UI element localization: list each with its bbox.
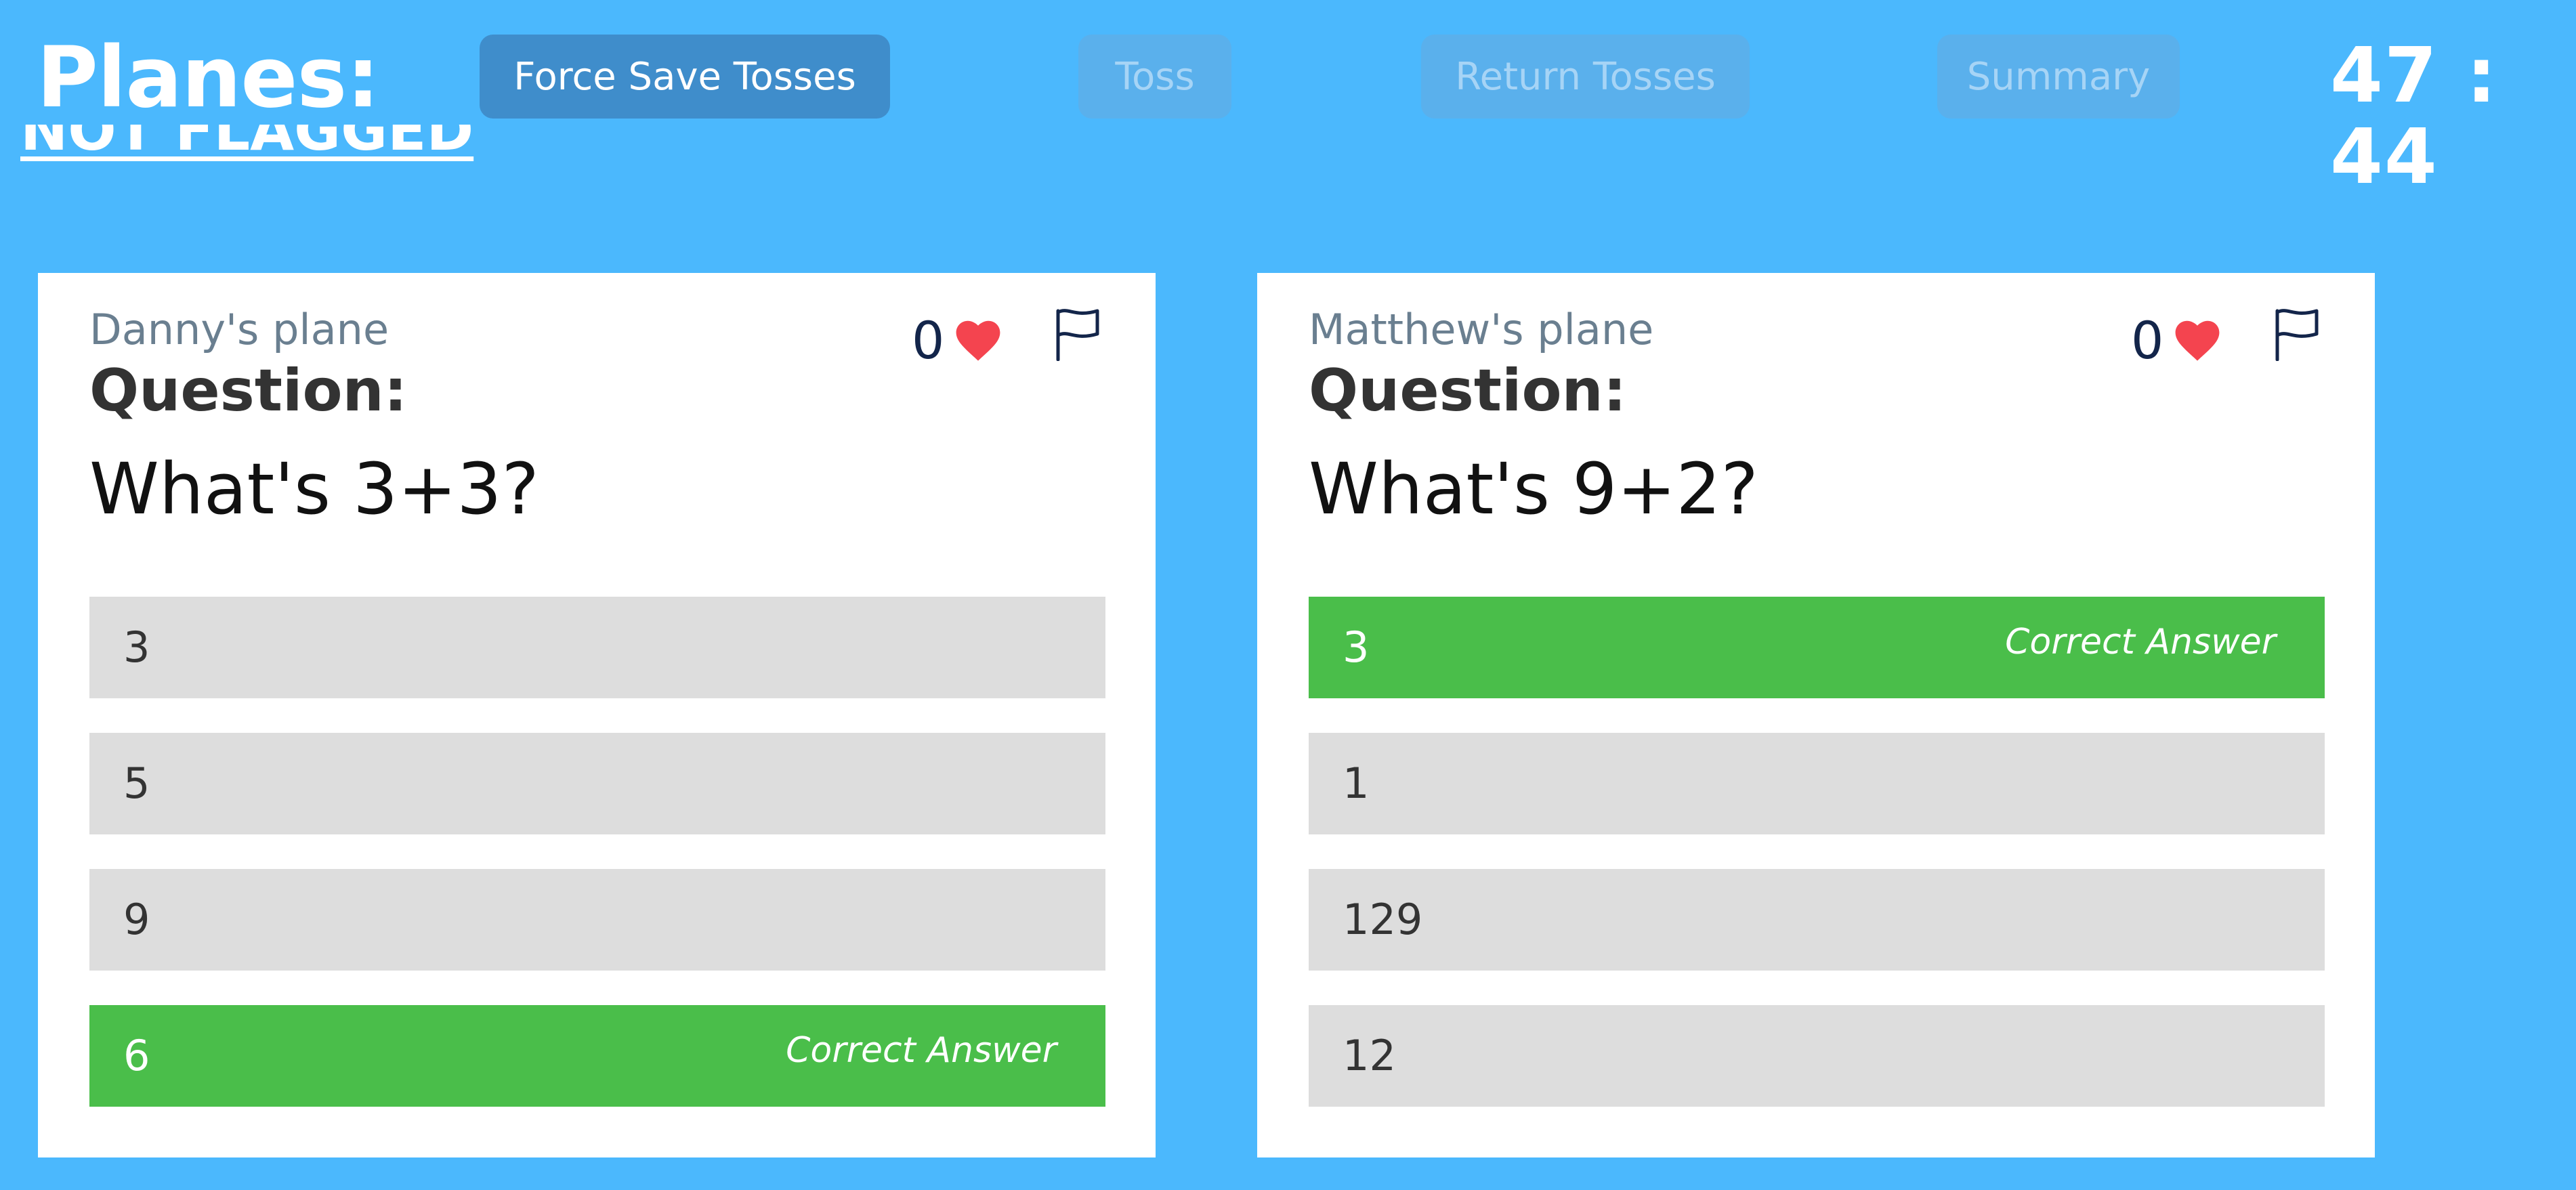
answer-option[interactable]: 1 (1309, 733, 2325, 834)
plane-card: Matthew's plane Question: What's 9+2? 0 … (1257, 273, 2375, 1157)
answer-option[interactable]: 9 (89, 869, 1105, 971)
answer-option[interactable]: 12 (1309, 1005, 2325, 1107)
flag-filter-label: NOT FLAGGED (20, 125, 474, 163)
toss-button[interactable]: Toss (1078, 35, 1231, 119)
correct-answer-tag: Correct Answer (786, 1030, 1057, 1071)
like-count: 0 (2131, 310, 2164, 370)
plane-owner: Matthew's plane (1309, 305, 1654, 354)
answer-option[interactable]: 3 (89, 597, 1105, 698)
question-label: Question: (89, 357, 408, 425)
flag-icon[interactable] (2273, 307, 2321, 361)
plane-owner: Danny's plane (89, 305, 389, 354)
answer-value: 9 (123, 895, 150, 944)
answer-value: 5 (123, 759, 150, 808)
question-text: What's 3+3? (89, 448, 539, 530)
answer-value: 12 (1343, 1031, 1396, 1080)
question-text: What's 9+2? (1309, 448, 1758, 530)
heart-icon[interactable] (955, 320, 1001, 362)
return-tosses-button[interactable]: Return Tosses (1421, 35, 1750, 119)
like-count: 0 (912, 310, 945, 370)
question-label: Question: (1309, 357, 1627, 425)
like-counter[interactable]: 0 (2131, 307, 2220, 375)
page-title: Planes: (37, 29, 380, 127)
flag-filter-link[interactable]: NOT FLAGGED (20, 125, 508, 186)
summary-button[interactable]: Summary (1937, 35, 2180, 119)
like-counter[interactable]: 0 (912, 307, 1001, 375)
answer-option[interactable]: 129 (1309, 869, 2325, 971)
answer-option-correct[interactable]: 3 Correct Answer (1309, 597, 2325, 698)
heart-icon[interactable] (2174, 320, 2220, 362)
answer-value: 3 (123, 622, 150, 672)
plane-card: Danny's plane Question: What's 3+3? 0 3 … (38, 273, 1156, 1157)
answer-value: 3 (1343, 622, 1370, 672)
answer-value: 6 (123, 1031, 150, 1080)
answer-value: 129 (1343, 895, 1423, 944)
force-save-tosses-button[interactable]: Force Save Tosses (480, 35, 890, 119)
answer-option-correct[interactable]: 6 Correct Answer (89, 1005, 1105, 1107)
answer-option[interactable]: 5 (89, 733, 1105, 834)
answer-value: 1 (1343, 759, 1370, 808)
flag-icon[interactable] (1054, 307, 1101, 361)
countdown-timer: 47 : 44 (2330, 32, 2498, 201)
correct-answer-tag: Correct Answer (2005, 622, 2276, 662)
